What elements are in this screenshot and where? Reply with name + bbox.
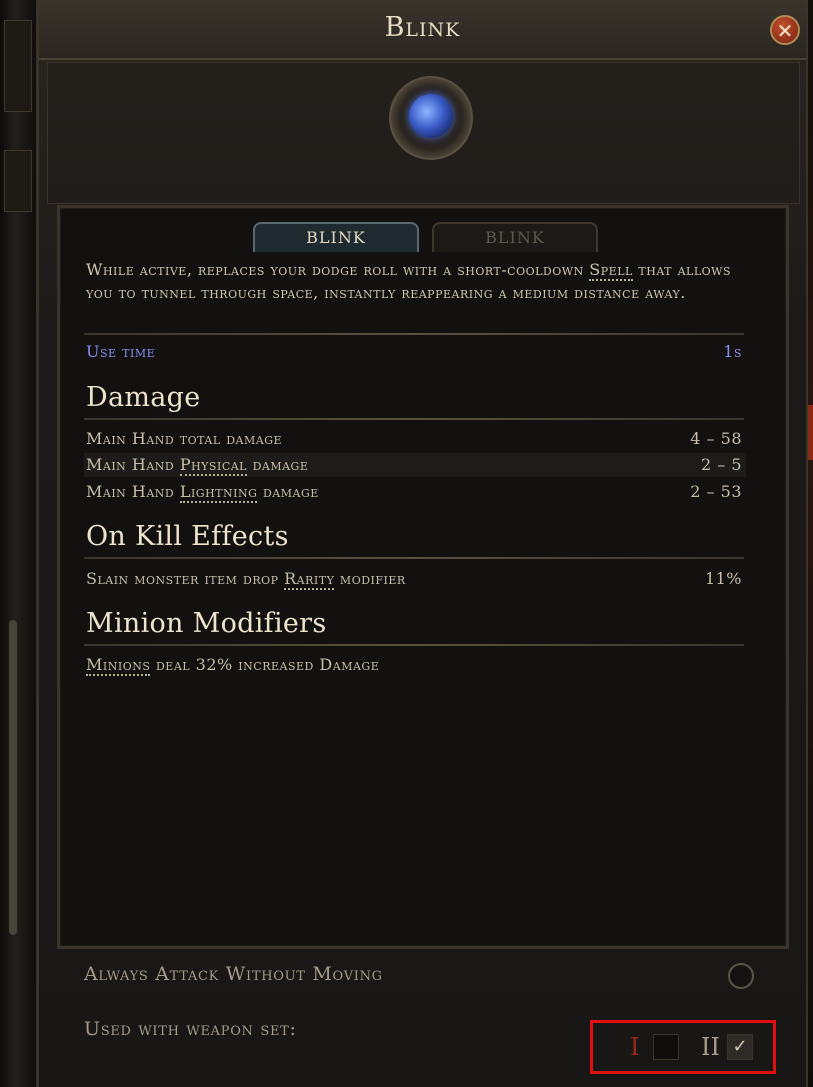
description-text: While active, replaces your dodge roll w…: [86, 260, 590, 279]
stat-value: 2 – 53: [690, 482, 742, 501]
skill-info-panel: BLINK BLINK While active, replaces your …: [57, 205, 789, 949]
divider: [84, 557, 744, 559]
stat-label: Slain monster item drop Rarity modifier: [86, 569, 406, 590]
stat-row-use-time: Use time 1s: [84, 340, 746, 364]
stat-row-physical-damage: Main Hand Physical damage 2 – 5: [84, 453, 746, 477]
stat-row-total-damage: Main Hand total damage 4 – 58: [84, 427, 746, 451]
section-heading-damage: Damage: [86, 382, 201, 413]
window-title: Blink: [384, 12, 461, 43]
divider: [84, 418, 744, 420]
keyword-physical[interactable]: Physical: [179, 455, 247, 476]
weapon-set-one-checkbox[interactable]: [653, 1034, 679, 1060]
stat-value: 11%: [704, 569, 742, 588]
tab-blink-2[interactable]: BLINK: [432, 222, 598, 252]
weapon-set-label: Used with weapon set:: [84, 1018, 297, 1040]
left-side-frame: [0, 0, 37, 1087]
skill-detail-window: Blink ✕ BLINK BLINK While active, replac…: [37, 0, 808, 1087]
close-button[interactable]: ✕: [770, 15, 800, 45]
blink-gem-icon: [409, 94, 453, 138]
always-attack-toggle[interactable]: [728, 963, 754, 989]
keyword-spell[interactable]: Spell: [589, 260, 633, 281]
stat-row-lightning-damage: Main Hand Lightning damage 2 – 53: [84, 480, 746, 504]
skill-description: While active, replaces your dodge roll w…: [86, 258, 746, 304]
stat-label: Main Hand Lightning damage: [86, 482, 319, 503]
divider: [84, 333, 744, 335]
frame-ornament: [4, 20, 32, 112]
weapon-set-two-label: II: [701, 1033, 720, 1061]
stat-row-minions: Minions deal 32% increased Damage: [84, 653, 746, 677]
keyword-rarity[interactable]: Rarity: [284, 569, 335, 590]
keyword-lightning[interactable]: Lightning: [179, 482, 258, 503]
weapon-set-two-checkbox[interactable]: ✓: [727, 1034, 753, 1060]
scrollbar-thumb[interactable]: [9, 620, 17, 935]
tab-blink-1[interactable]: BLINK: [253, 222, 419, 252]
checkmark-icon: ✓: [732, 1036, 748, 1057]
stat-value: 1s: [723, 342, 742, 361]
section-heading-minion: Minion Modifiers: [86, 608, 327, 639]
stat-label: Use time: [86, 342, 156, 361]
stat-label: Minions deal 32% increased Damage: [86, 655, 380, 676]
keyword-minions[interactable]: Minions: [86, 655, 151, 676]
stat-label: Main Hand Physical damage: [86, 455, 309, 476]
always-attack-label: Always Attack Without Moving: [84, 963, 383, 985]
section-heading-on-kill: On Kill Effects: [86, 521, 289, 552]
stat-value: 2 – 5: [700, 455, 742, 474]
divider: [84, 644, 744, 646]
stat-value: 4 – 58: [690, 429, 742, 448]
stat-row-rarity: Slain monster item drop Rarity modifier …: [84, 567, 746, 591]
frame-ornament: [4, 150, 32, 212]
skill-header: [47, 62, 800, 204]
stat-label: Main Hand total damage: [86, 429, 283, 448]
skill-icon-frame: [389, 76, 473, 160]
weapon-set-one-label: I: [630, 1033, 640, 1061]
title-bar: Blink ✕: [39, 0, 806, 60]
weapon-set-selector: I II ✓: [590, 1020, 776, 1074]
